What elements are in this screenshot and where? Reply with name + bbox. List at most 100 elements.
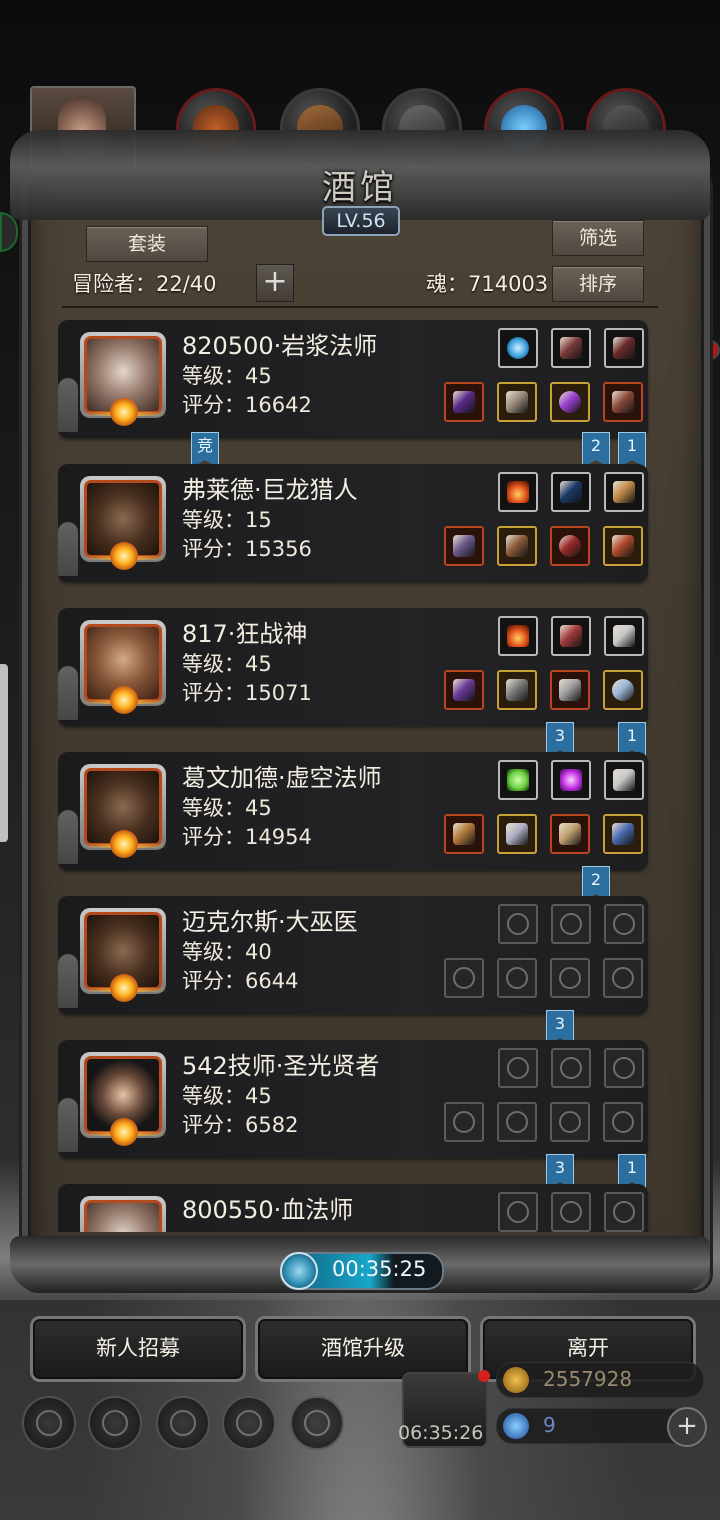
rank-medal-icon xyxy=(82,686,168,714)
gate-icon[interactable] xyxy=(156,1396,210,1450)
equipment-slot[interactable] xyxy=(603,382,643,422)
empty-equipment-slot[interactable] xyxy=(603,958,643,998)
hero-silhouette-icon xyxy=(58,1098,78,1152)
rank-medal-icon xyxy=(82,974,168,1002)
filter-button[interactable]: 筛选 xyxy=(552,220,644,256)
hero-level: 等级：45 xyxy=(182,1084,272,1108)
fire-icon xyxy=(507,481,529,503)
equipment-slot[interactable] xyxy=(444,526,484,566)
hero-level: 等级：45 xyxy=(182,652,272,676)
empty-equipment-slot[interactable] xyxy=(497,1102,537,1142)
hero-card[interactable]: 弗莱德·巨龙猎人 等级：15 评分：15356 xyxy=(58,464,648,582)
equipment-slot[interactable] xyxy=(604,616,644,656)
equipment-slot[interactable] xyxy=(604,472,644,512)
equipment-slot[interactable] xyxy=(550,526,590,566)
emblem-icon xyxy=(613,625,635,647)
hero-card[interactable]: 迈克尔斯·大巫医 等级：40 评分：6644 xyxy=(58,896,648,1014)
equipment-slot[interactable] xyxy=(497,526,537,566)
hero-name: 800550·血法师 xyxy=(182,1196,354,1224)
mail-icon[interactable] xyxy=(222,1396,276,1450)
soul-count: 魂：714003 xyxy=(426,272,549,296)
gold-value: 2557928 xyxy=(543,1367,633,1391)
side-drawer-handle[interactable] xyxy=(0,664,8,842)
gem-icon xyxy=(503,1413,529,1439)
empty-equipment-slot[interactable] xyxy=(498,1192,538,1232)
equipment-slot[interactable] xyxy=(497,670,537,710)
empty-armor-icon xyxy=(506,1111,528,1133)
sort-button[interactable]: 排序 xyxy=(552,266,644,302)
equipment-slot[interactable] xyxy=(498,472,538,512)
empty-equipment-slot[interactable] xyxy=(551,904,591,944)
hero-card[interactable]: 817·狂战神 等级：45 评分：15071 xyxy=(58,608,648,726)
hero-card[interactable]: 820500·岩浆法师 等级：45 评分：16642 xyxy=(58,320,648,438)
add-adventurer-button[interactable]: + xyxy=(256,264,294,302)
equipment-slot[interactable] xyxy=(444,382,484,422)
handshake-icon[interactable] xyxy=(290,1396,344,1450)
add-gems-button[interactable]: + xyxy=(667,1407,707,1447)
empty-equipment-slot[interactable] xyxy=(498,904,538,944)
hero-card[interactable]: 542技师·圣光贤者 等级：45 评分：6582 xyxy=(58,1040,648,1158)
empty-equipment-slot[interactable] xyxy=(497,958,537,998)
equipment-slot[interactable] xyxy=(604,328,644,368)
equipment-slot[interactable] xyxy=(551,328,591,368)
equipment-slot[interactable] xyxy=(603,814,643,854)
adventurer-count: 冒险者：22/40 xyxy=(72,272,217,296)
empty-drop-icon xyxy=(507,1057,529,1079)
hero-silhouette-icon xyxy=(58,954,78,1008)
hero-silhouette-icon xyxy=(58,522,78,576)
hero-card[interactable]: 葛文加德·虚空法师 等级：45 评分：14954 xyxy=(58,752,648,870)
empty-equipment-slot[interactable] xyxy=(498,1048,538,1088)
rank-medal-icon xyxy=(82,398,168,426)
feather-icon xyxy=(613,337,635,359)
achievement-icon[interactable] xyxy=(88,1396,142,1450)
hero-avatar[interactable] xyxy=(80,1196,166,1232)
eye-ring-icon xyxy=(559,391,581,413)
empty-equipment-slot[interactable] xyxy=(551,1192,591,1232)
hero-score: 评分：16642 xyxy=(182,393,312,417)
hero-list[interactable]: 820500·岩浆法师 等级：45 评分：16642 竞 2 1 弗莱德·巨龙猎… xyxy=(58,320,654,1232)
hero-card[interactable]: 800550·血法师 xyxy=(58,1184,648,1232)
equipment-slot[interactable] xyxy=(444,670,484,710)
empty-equipment-slot[interactable] xyxy=(551,1048,591,1088)
empty-armor-icon xyxy=(506,967,528,989)
hero-silhouette-icon xyxy=(58,666,78,720)
equipment-slot[interactable] xyxy=(498,328,538,368)
empty-ring-icon xyxy=(559,1111,581,1133)
suit-button[interactable]: 套装 xyxy=(86,226,208,262)
settings-gear-icon[interactable] xyxy=(22,1396,76,1450)
equipment-slot[interactable] xyxy=(603,526,643,566)
equipment-slot[interactable] xyxy=(551,760,591,800)
armor-icon xyxy=(506,823,528,845)
hero-score: 评分：15356 xyxy=(182,537,312,561)
empty-equipment-slot[interactable] xyxy=(604,1192,644,1232)
hero-level: 等级：40 xyxy=(182,940,272,964)
empty-equipment-slot[interactable] xyxy=(444,1102,484,1142)
hero-silhouette-icon xyxy=(58,378,78,432)
equipment-slot[interactable] xyxy=(551,472,591,512)
equipment-slot[interactable] xyxy=(444,814,484,854)
empty-equipment-slot[interactable] xyxy=(603,1102,643,1142)
empty-equipment-slot[interactable] xyxy=(444,958,484,998)
empty-equipment-slot[interactable] xyxy=(550,958,590,998)
equipment-slot[interactable] xyxy=(498,616,538,656)
equipment-slot[interactable] xyxy=(498,760,538,800)
recruit-button[interactable]: 新人招募 xyxy=(30,1316,246,1382)
equipment-slot[interactable] xyxy=(550,814,590,854)
equipment-slot[interactable] xyxy=(497,382,537,422)
equipment-slot[interactable] xyxy=(550,670,590,710)
staff-icon xyxy=(453,823,475,845)
refresh-timer: 00:35:25 xyxy=(280,1252,444,1290)
empty-equipment-slot[interactable] xyxy=(604,1048,644,1088)
equipment-slot[interactable] xyxy=(551,616,591,656)
hero-score: 评分：15071 xyxy=(182,681,312,705)
equipment-slot[interactable] xyxy=(497,814,537,854)
equipment-slot[interactable] xyxy=(604,760,644,800)
chest-timer: 06:35:26 xyxy=(398,1422,484,1444)
empty-equipment-slot[interactable] xyxy=(550,1102,590,1142)
equipment-slot[interactable] xyxy=(550,382,590,422)
orb-icon xyxy=(507,337,529,359)
empty-equipment-slot[interactable] xyxy=(604,904,644,944)
hero-level: 等级：15 xyxy=(182,508,272,532)
refresh-timer-text: 00:35:25 xyxy=(332,1257,427,1281)
equipment-slot[interactable] xyxy=(603,670,643,710)
